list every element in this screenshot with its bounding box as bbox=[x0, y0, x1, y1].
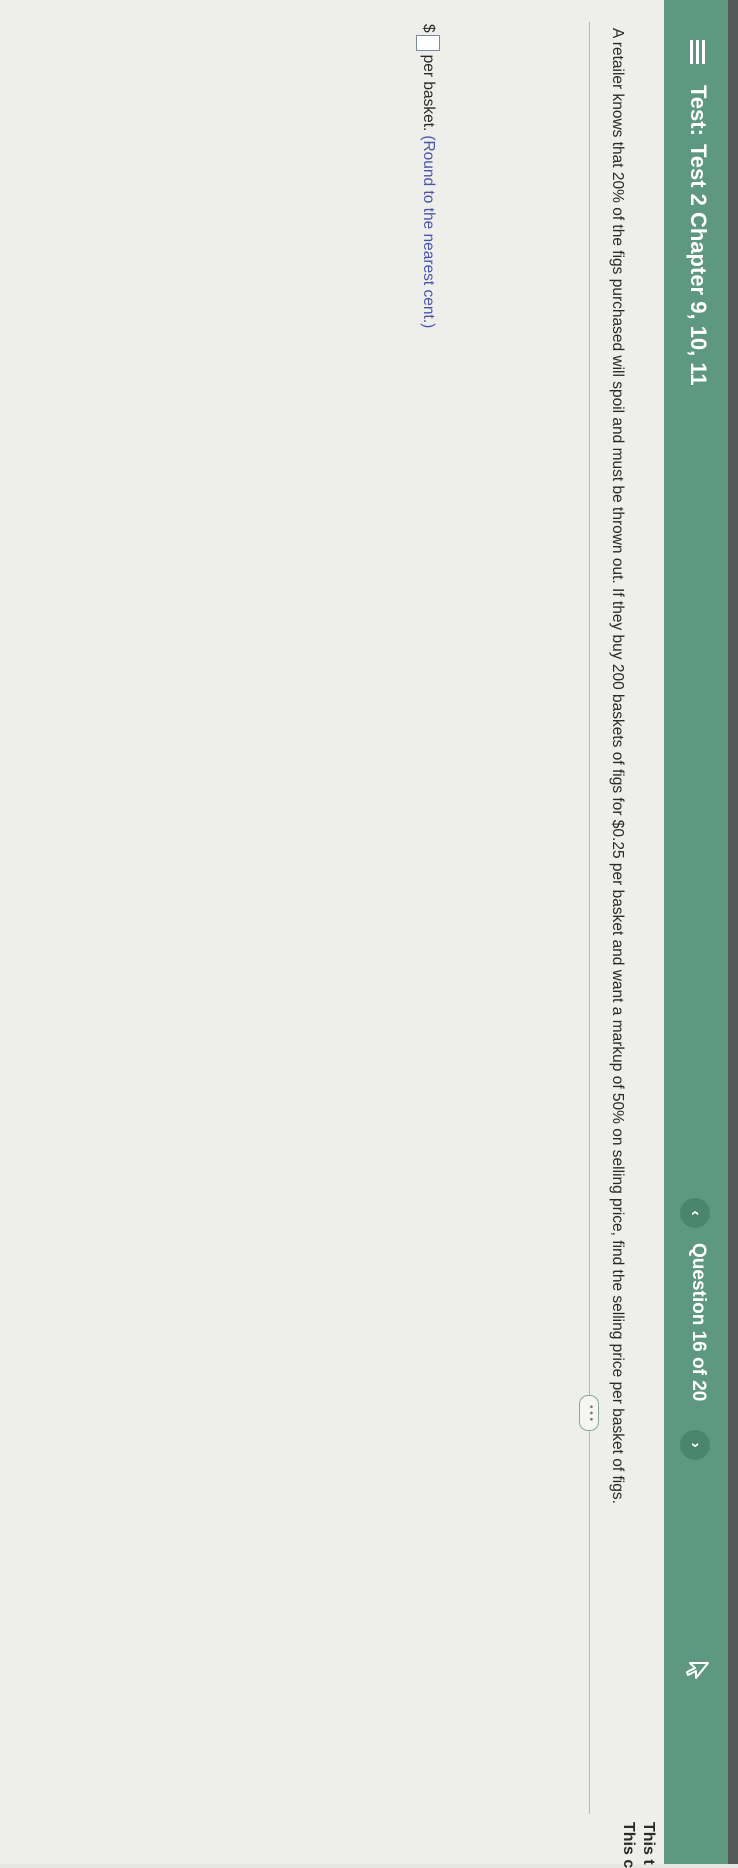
previous-question-button[interactable]: ‹ bbox=[680, 1198, 710, 1228]
menu-icon[interactable] bbox=[684, 40, 708, 64]
divider bbox=[589, 22, 590, 1814]
cutoff-line-1: This t bbox=[640, 1822, 657, 1865]
question-counter: Question 16 of 20 bbox=[688, 1243, 709, 1402]
test-title: Test: Test 2 Chapter 9, 10, 11 bbox=[685, 85, 711, 386]
currency-symbol: $ bbox=[420, 24, 437, 33]
answer-row: $ per basket. (Round to the nearest cent… bbox=[416, 24, 440, 328]
more-button[interactable]: • • • bbox=[579, 1395, 599, 1431]
test-prefix: Test: bbox=[686, 85, 711, 136]
question-text: A retailer knows that 20% of the figs pu… bbox=[609, 28, 626, 1504]
header-bar: Test: Test 2 Chapter 9, 10, 11 ‹ Question… bbox=[664, 0, 728, 1864]
answer-input[interactable] bbox=[416, 34, 440, 51]
screen: Test: Test 2 Chapter 9, 10, 11 ‹ Question… bbox=[0, 0, 738, 1868]
next-question-button[interactable]: › bbox=[680, 1430, 710, 1460]
pointer-icon bbox=[686, 1662, 709, 1679]
chevron-left-icon: ‹ bbox=[687, 1210, 704, 1216]
rounding-instruction: (Round to the nearest cent.) bbox=[420, 135, 437, 329]
answer-unit: per basket. bbox=[420, 54, 437, 132]
test-name: Test 2 Chapter 9, 10, 11 bbox=[686, 143, 711, 386]
cutoff-line-2: This c bbox=[620, 1822, 637, 1868]
window-edge bbox=[728, 0, 738, 1864]
chevron-right-icon: › bbox=[687, 1442, 704, 1448]
cutoff-sidebar-text: This t This c bbox=[618, 1822, 658, 1868]
